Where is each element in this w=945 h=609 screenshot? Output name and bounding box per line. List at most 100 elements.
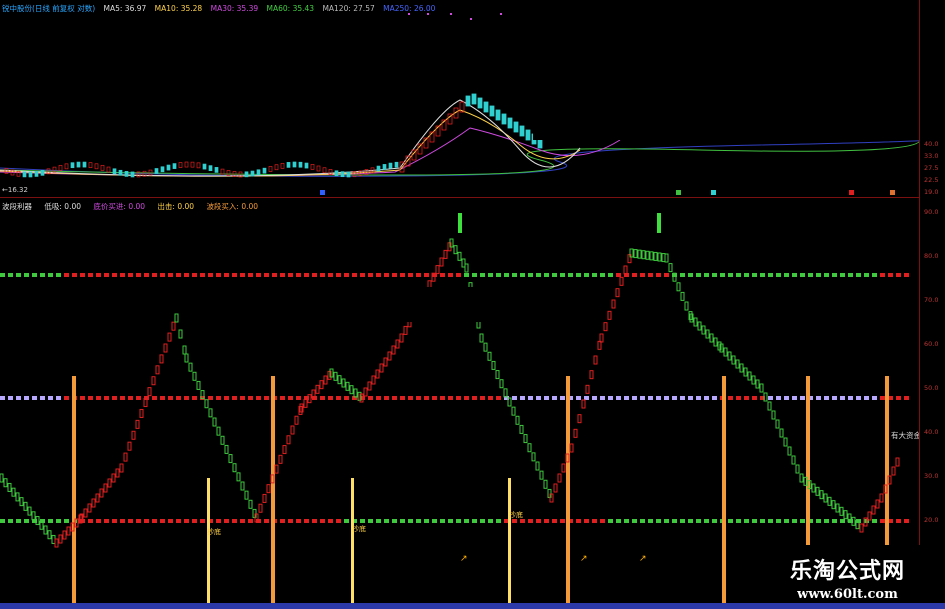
wave-block <box>47 530 52 540</box>
level-dot <box>896 396 901 400</box>
wave-block <box>543 479 548 489</box>
bottom-signal-label: 抄底 <box>352 525 366 533</box>
candle <box>334 170 339 177</box>
wave-block <box>3 478 8 488</box>
level-dot <box>376 273 381 277</box>
candle <box>22 171 27 178</box>
level-dot <box>784 273 789 277</box>
wave-block <box>577 414 582 424</box>
wave-block <box>323 375 328 385</box>
level-dot <box>744 396 749 400</box>
wave-block <box>11 487 16 497</box>
low-value: 低吸: 0.00 <box>44 202 82 211</box>
level-dot <box>280 396 285 400</box>
wave-block <box>220 435 225 445</box>
wave-block <box>464 263 469 273</box>
price-low-label: ←16.32 <box>2 186 28 194</box>
wave-block <box>204 399 209 409</box>
wave-block <box>103 483 108 493</box>
wave-block <box>676 282 681 292</box>
level-dot <box>736 273 741 277</box>
wave-block <box>787 446 792 456</box>
wave-block <box>815 486 820 496</box>
candle <box>489 105 495 117</box>
level-dot <box>584 273 589 277</box>
wave-block <box>403 325 408 335</box>
wave-block <box>131 430 136 440</box>
level-dot <box>184 396 189 400</box>
level-dot <box>8 396 13 400</box>
wave-block <box>383 357 388 367</box>
level-dot <box>16 519 21 523</box>
wave-block <box>0 473 4 483</box>
level-dot <box>648 273 653 277</box>
level-dot <box>432 519 437 523</box>
level-dot <box>88 273 93 277</box>
level-dot <box>544 273 549 277</box>
arrow-marker: ↗ <box>580 554 588 564</box>
level-dot <box>384 396 389 400</box>
wave-block <box>599 333 604 343</box>
wave-block <box>19 497 24 507</box>
wave-block <box>196 380 201 390</box>
level-dot <box>56 273 61 277</box>
wave-block <box>731 355 736 365</box>
wave-block <box>439 257 444 267</box>
level-dot <box>744 519 749 523</box>
wave-block <box>151 376 156 386</box>
level-dot <box>768 519 773 523</box>
level-dot <box>144 273 149 277</box>
level-dot <box>584 396 589 400</box>
candle <box>382 164 387 170</box>
event-marker <box>890 190 895 195</box>
level-dot <box>392 273 397 277</box>
level-dot <box>376 396 381 400</box>
level-dot <box>656 396 661 400</box>
indicator-pane[interactable]: ↗ ↗ ↗ <box>0 197 920 603</box>
wave-block <box>240 481 245 491</box>
level-dot <box>328 273 333 277</box>
level-dot <box>416 273 421 277</box>
wave-block <box>111 473 116 483</box>
axis-tick-label: 30.0 <box>924 472 939 480</box>
wave-block <box>561 463 566 473</box>
wave-block <box>751 375 756 385</box>
candle <box>190 161 195 168</box>
right-axis: 40.0 33.0 27.5 22.5 19.0 90.0 80.0 70.0 … <box>919 0 945 603</box>
level-dot <box>152 519 157 523</box>
candle <box>465 95 471 107</box>
level-dot <box>712 519 717 523</box>
candle <box>304 162 309 169</box>
wave-block <box>363 387 368 397</box>
event-marker <box>320 190 325 195</box>
level-dot <box>192 519 197 523</box>
wave-block <box>167 332 172 342</box>
level-dot <box>856 396 861 400</box>
wave-block <box>499 379 504 389</box>
wave-block <box>619 276 624 286</box>
level-dot <box>496 396 501 400</box>
wave-block <box>159 354 164 364</box>
level-dot <box>168 396 173 400</box>
level-dot <box>184 273 189 277</box>
wave-block <box>811 483 816 493</box>
level-dot <box>552 396 557 400</box>
wave-block <box>216 426 221 436</box>
wave-block <box>664 253 669 263</box>
ma250-label: MA250: 26.00 <box>383 4 436 13</box>
wave-block <box>453 245 458 255</box>
level-dot <box>720 273 725 277</box>
level-dot <box>232 396 237 400</box>
level-dot <box>120 273 125 277</box>
wave-block <box>851 516 856 526</box>
level-dot <box>664 396 669 400</box>
level-dot <box>104 519 109 523</box>
watermark-url: www.60lt.com <box>797 587 898 602</box>
level-dot <box>384 519 389 523</box>
candle <box>112 168 117 175</box>
level-dot <box>392 519 397 523</box>
level-dot <box>592 273 597 277</box>
candle <box>274 164 279 171</box>
bottom-scrollbar[interactable] <box>0 603 945 609</box>
level-dot <box>904 519 909 523</box>
